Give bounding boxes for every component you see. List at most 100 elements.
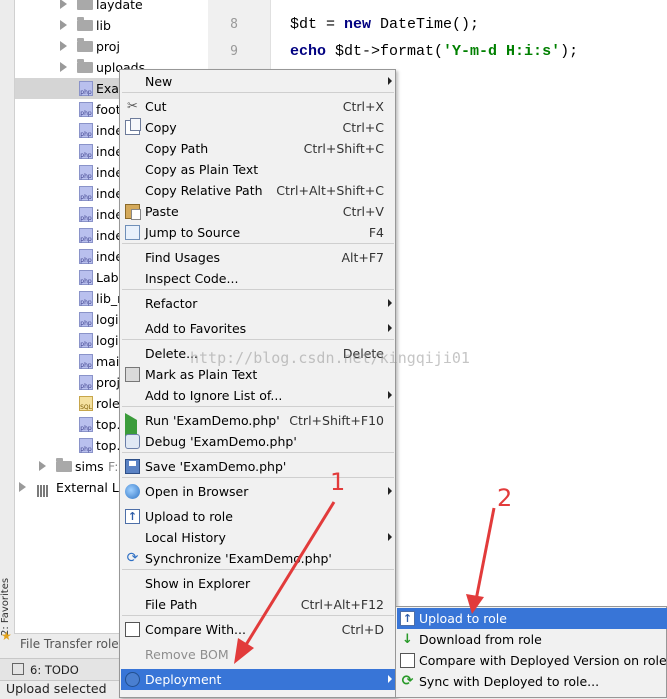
php-file-icon: php xyxy=(79,102,93,117)
tree-item-label: laydate xyxy=(96,0,143,12)
submenu-arrow-icon xyxy=(388,533,392,541)
deployment-submenu: ↑ Upload to role ↓ Download from role Compar… xyxy=(395,606,667,698)
php-file-icon: php xyxy=(79,228,93,243)
tree-item-label: logi xyxy=(96,333,119,348)
menu-item-save-examdemo-php[interactable]: Save 'ExamDemo.php' xyxy=(121,456,395,477)
menu-item-label: Local History xyxy=(145,530,226,545)
submenu-item-label: Sync with Deployed to role... xyxy=(419,674,600,689)
menu-item-copy-as-plain-text[interactable]: Copy as Plain Text xyxy=(121,159,395,180)
menu-item-new[interactable]: New xyxy=(121,71,395,92)
paste-icon xyxy=(125,204,141,220)
menu-item-remove-bom: Remove BOM xyxy=(121,644,395,665)
expand-arrow-icon[interactable] xyxy=(60,0,67,9)
menu-separator xyxy=(122,243,394,244)
compare-icon xyxy=(125,622,140,637)
menu-item-shortcut: Alt+F7 xyxy=(341,250,384,265)
menu-item-add-to-favorites[interactable]: Add to Favorites xyxy=(121,318,395,339)
expand-arrow-icon[interactable] xyxy=(60,62,67,72)
tree-item-label: lib xyxy=(96,18,111,33)
menu-item-shortcut: Ctrl+D xyxy=(341,622,384,637)
menu-item-label: Compare With... xyxy=(145,622,246,637)
menu-item-shortcut: Ctrl+Shift+F10 xyxy=(289,413,384,428)
download-icon: ↓ xyxy=(402,632,413,647)
php-file-icon: php xyxy=(79,144,93,159)
favorites-tab[interactable]: 2: Favorites xyxy=(0,574,14,636)
menu-item-deployment[interactable]: Deployment xyxy=(121,669,395,690)
menu-item-label: Remove BOM xyxy=(145,647,229,662)
submenu-item-label: Download from role xyxy=(419,632,542,647)
php-file-icon: php xyxy=(79,291,93,306)
tree-item-label: proj xyxy=(96,39,120,54)
tree-item-label: top. xyxy=(96,417,121,432)
menu-item-label: Copy Relative Path xyxy=(145,183,263,198)
menu-item-label: Jump to Source xyxy=(145,225,241,240)
menu-item-label: Refactor xyxy=(145,296,198,311)
submenu-arrow-icon xyxy=(388,77,392,85)
menu-item-label: Open in Browser xyxy=(145,484,249,499)
menu-item-label: New xyxy=(145,74,173,89)
menu-item-show-in-explorer[interactable]: Show in Explorer xyxy=(121,573,395,594)
menu-item-paste[interactable]: Paste Ctrl+V xyxy=(121,201,395,222)
submenu-arrow-icon xyxy=(388,324,392,332)
expand-arrow-icon[interactable] xyxy=(39,461,46,471)
submenu-arrow-icon xyxy=(388,487,392,495)
tree-item-label: role xyxy=(96,396,120,411)
code-line-8: $dt = new DateTime(); xyxy=(290,16,480,33)
submenu-item-download-from-role[interactable]: ↓ Download from role xyxy=(397,629,667,650)
upload-icon: ↑ xyxy=(400,611,415,626)
folder-icon xyxy=(56,458,72,472)
menu-item-debug-examdemo-php[interactable]: Debug 'ExamDemo.php' xyxy=(121,431,395,452)
submenu-item-compare-with-deployed-version-on-role[interactable]: Compare with Deployed Version on role xyxy=(397,650,667,671)
submenu-item-upload-to-role[interactable]: ↑ Upload to role xyxy=(397,608,667,629)
menu-item-inspect-code[interactable]: Inspect Code... xyxy=(121,268,395,289)
menu-item-compare-with[interactable]: Compare With... Ctrl+D xyxy=(121,619,395,640)
status-text: Upload selected xyxy=(6,681,107,696)
php-file-icon: php xyxy=(79,186,93,201)
submenu-item-sync-with-deployed-to-role[interactable]: ⟳ Sync with Deployed to role... xyxy=(397,671,667,692)
tree-item-label: foot xyxy=(96,102,121,117)
php-file-icon: php xyxy=(79,417,93,432)
menu-item-add-to-ignore-list-of[interactable]: Add to Ignore List of... xyxy=(121,385,395,406)
watermark: http://blog.csdn.net/kingqiji01 xyxy=(190,349,470,367)
menu-item-copy[interactable]: Copy Ctrl+C xyxy=(121,117,395,138)
menu-item-jump-to-source[interactable]: Jump to Source F4 xyxy=(121,222,395,243)
menu-item-synchronize-examdemo-php[interactable]: ⟳ Synchronize 'ExamDemo.php' xyxy=(121,548,395,569)
menu-item-label: Show in Explorer xyxy=(145,576,251,591)
php-file-icon: php xyxy=(79,81,93,96)
menu-item-copy-relative-path[interactable]: Copy Relative Path Ctrl+Alt+Shift+C xyxy=(121,180,395,201)
php-file-icon: php xyxy=(79,333,93,348)
menu-item-file-path[interactable]: File Path Ctrl+Alt+F12 xyxy=(121,594,395,615)
expand-arrow-icon[interactable] xyxy=(60,20,67,30)
menu-item-find-usages[interactable]: Find Usages Alt+F7 xyxy=(121,247,395,268)
php-file-icon: php xyxy=(79,165,93,180)
menu-item-copy-path[interactable]: Copy Path Ctrl+Shift+C xyxy=(121,138,395,159)
menu-item-label: Run 'ExamDemo.php' xyxy=(145,413,280,428)
todo-tab[interactable]: 6: TODO xyxy=(4,660,79,680)
line-number: 8 xyxy=(230,17,238,32)
jump-to-source-icon xyxy=(125,225,140,240)
submenu-arrow-icon xyxy=(388,675,392,683)
expand-arrow-icon[interactable] xyxy=(19,482,26,492)
menu-item-shortcut: Ctrl+C xyxy=(342,120,384,135)
menu-separator xyxy=(122,569,394,570)
annotation-number-1: 1 xyxy=(330,468,346,496)
menu-item-label: Copy as Plain Text xyxy=(145,162,259,177)
file-transfer-tab[interactable]: File Transfer role xyxy=(20,637,119,651)
menu-item-refactor[interactable]: Refactor xyxy=(121,293,395,314)
annotation-number-2: 2 xyxy=(497,484,513,512)
menu-item-shortcut: Ctrl+Shift+C xyxy=(303,141,384,156)
menu-item-label: Add to Favorites xyxy=(145,321,247,336)
menu-item-open-in-browser[interactable]: Open in Browser xyxy=(121,481,395,502)
menu-item-upload-to-role[interactable]: ↑ Upload to role xyxy=(121,506,395,527)
menu-item-mark-as-plain-text[interactable]: Mark as Plain Text xyxy=(121,364,395,385)
star-icon: ★ xyxy=(1,629,12,643)
menu-item-run-examdemo-php[interactable]: Run 'ExamDemo.php' Ctrl+Shift+F10 xyxy=(121,410,395,442)
save-icon xyxy=(125,459,140,474)
php-file-icon: php xyxy=(79,354,93,369)
submenu-arrow-icon xyxy=(388,391,392,399)
code-editor[interactable]: $dt = new DateTime(); echo $dt->format('… xyxy=(271,0,667,70)
menu-item-local-history[interactable]: Local History xyxy=(121,527,395,548)
arrow-2 xyxy=(474,507,496,601)
expand-arrow-icon[interactable] xyxy=(60,41,67,51)
menu-item-cut[interactable]: ✂ Cut Ctrl+X xyxy=(121,96,395,117)
